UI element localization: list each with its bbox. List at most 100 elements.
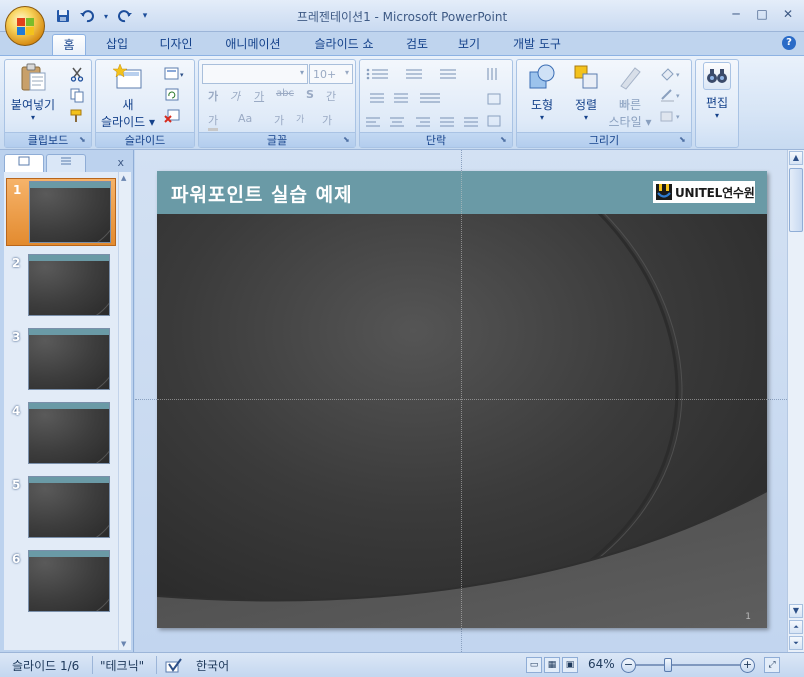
vertical-guide[interactable] (461, 150, 462, 171)
office-logo-icon (17, 18, 35, 36)
slideshow-view-icon[interactable]: ▣ (562, 657, 578, 673)
underline-icon[interactable]: 가 (254, 88, 264, 104)
shape-effects-icon[interactable]: ▾ (659, 108, 680, 124)
office-button[interactable] (5, 6, 45, 46)
drawing-group: 도형 ▾ 정렬 ▾ 빠른 스타일 ▾ ▾ ▾ ▾ 그리기 ⬊ (516, 59, 692, 148)
slide-thumbnail[interactable]: 1 (6, 178, 116, 246)
outline-tab-icon (61, 157, 71, 165)
tab-design[interactable]: 디자인 (150, 34, 202, 56)
quick-styles-icon (615, 62, 645, 92)
slides-pane-scrollbar[interactable]: ▲ ▼ (118, 172, 131, 650)
shrink-font-icon[interactable]: 가 (296, 112, 304, 125)
arrange-button[interactable]: 정렬 ▾ (565, 62, 607, 122)
shape-outline-icon[interactable]: ▾ (659, 87, 680, 103)
scroll-down-icon[interactable]: ▼ (121, 640, 126, 648)
slides-tab[interactable] (4, 154, 44, 172)
status-bar: 슬라이드 1/6 "테크닉" 한국어 ▭ ▦ ▣ 64% − + ⤢ (0, 652, 804, 677)
drawing-launcher-icon[interactable]: ⬊ (679, 135, 689, 145)
slide-number: 2 (12, 256, 21, 270)
zoom-out-button[interactable]: − (621, 658, 636, 673)
grow-font-icon[interactable]: 가 (274, 112, 284, 128)
copy-icon[interactable] (69, 87, 85, 103)
bold-icon[interactable]: 가 (208, 88, 218, 104)
editing-group: 편집 ▾ (695, 59, 739, 148)
maximize-icon[interactable]: □ (754, 6, 770, 22)
strikethrough-icon[interactable]: abc (276, 88, 294, 99)
delete-slide-icon[interactable] (164, 108, 180, 124)
paste-icon (18, 62, 48, 92)
new-slide-button[interactable]: 새 슬라이드 ▾ (98, 62, 158, 130)
status-separator (92, 656, 93, 674)
font-size-select[interactable]: 10+ ▾ (309, 64, 353, 84)
slide-thumbnail[interactable]: 3 (6, 326, 116, 394)
tab-slideshow[interactable]: 슬라이드 쇼 (302, 34, 386, 56)
main-vertical-scrollbar[interactable]: ▲ ▼ ⏶ ⏷ (787, 150, 804, 652)
language-status[interactable]: 한국어 (196, 657, 229, 674)
horizontal-guide[interactable] (157, 399, 767, 400)
slide-thumbnail-image (28, 254, 110, 316)
vertical-guide[interactable] (461, 628, 462, 652)
slide-number: 6 (12, 552, 21, 566)
reset-slide-icon[interactable] (164, 87, 180, 103)
quick-styles-button[interactable]: 빠른 스타일 ▾ (607, 62, 653, 130)
slide-number: 5 (12, 478, 21, 492)
tab-animation[interactable]: 애니메이션 (214, 34, 292, 56)
tab-home[interactable]: 홈 (52, 34, 86, 56)
slide-canvas[interactable]: 파워포인트 실습 예제 UNITEL연수원 1 (157, 171, 767, 628)
shapes-button[interactable]: 도형 ▾ (521, 62, 563, 122)
normal-view-icon[interactable]: ▭ (526, 657, 542, 673)
outline-tab[interactable] (46, 154, 86, 172)
minimize-icon[interactable]: ─ (728, 6, 744, 22)
zoom-level[interactable]: 64% (588, 657, 615, 671)
slide-count-status[interactable]: 슬라이드 1/6 (12, 657, 79, 674)
font-launcher-icon[interactable]: ⬊ (343, 135, 353, 145)
tab-review[interactable]: 검토 (396, 34, 438, 56)
clipboard-launcher-icon[interactable]: ⬊ (79, 135, 89, 145)
slide-thumbnail-image (28, 328, 110, 390)
tab-view[interactable]: 보기 (448, 34, 490, 56)
font-name-select[interactable]: ▾ (202, 64, 308, 84)
fit-to-window-icon[interactable]: ⤢ (764, 657, 780, 673)
pane-close-icon[interactable]: x (117, 156, 124, 169)
slide-thumbnail[interactable]: 5 (6, 474, 116, 542)
layout-icon[interactable]: ▾ (164, 66, 184, 82)
font-color-icon[interactable]: 가 (208, 112, 219, 131)
help-icon[interactable]: ? (782, 36, 796, 50)
editing-button[interactable]: 편집 ▾ (698, 62, 736, 120)
shape-fill-icon[interactable]: ▾ (659, 66, 680, 82)
scroll-up-icon[interactable]: ▲ (789, 151, 803, 165)
svg-text:▾: ▾ (676, 113, 680, 121)
slide-title[interactable]: 파워포인트 실습 예제 (171, 180, 353, 207)
shadow-icon[interactable]: S (306, 88, 314, 101)
tab-developer[interactable]: 개발 도구 (500, 34, 574, 56)
slide-thumbnail-image (28, 550, 110, 612)
format-painter-icon[interactable] (69, 108, 85, 124)
char-spacing-icon[interactable]: 간 (326, 88, 336, 104)
next-slide-icon[interactable]: ⏷ (789, 636, 803, 650)
scroll-up-icon[interactable]: ▲ (121, 174, 126, 182)
tab-insert[interactable]: 삽입 (96, 34, 138, 56)
ribbon-tabs: 홈 삽입 디자인 애니메이션 슬라이드 쇼 검토 보기 개발 도구 ? (0, 32, 804, 56)
theme-status[interactable]: "테크닉" (100, 657, 144, 674)
spell-check-icon[interactable] (164, 656, 184, 677)
slide-sorter-view-icon[interactable]: ▦ (544, 657, 560, 673)
paragraph-tools-icon[interactable] (364, 66, 510, 128)
cut-icon[interactable] (69, 66, 85, 82)
font-group: ▾ 10+ ▾ 가 가 가 abc S 간 가 Aa 가 가 가 글꼴 ⬊ (198, 59, 356, 148)
scrollbar-thumb[interactable] (789, 168, 803, 232)
slide-editing-area: 파워포인트 실습 예제 UNITEL연수원 1 (135, 150, 787, 652)
scroll-down-icon[interactable]: ▼ (789, 604, 803, 618)
paste-button[interactable]: 붙여넣기 ▾ (7, 62, 59, 122)
zoom-slider-handle[interactable] (664, 658, 672, 672)
change-case-icon[interactable]: Aa (238, 112, 252, 125)
clear-formatting-icon[interactable]: 가 (322, 112, 332, 128)
close-icon[interactable]: ✕ (780, 6, 796, 22)
italic-icon[interactable]: 가 (230, 88, 240, 104)
zoom-in-button[interactable]: + (740, 658, 755, 673)
slide-thumbnail[interactable]: 4 (6, 400, 116, 468)
paragraph-launcher-icon[interactable]: ⬊ (500, 135, 510, 145)
slide-thumbnail[interactable]: 6 (6, 548, 116, 616)
slide-thumbnail[interactable]: 2 (6, 252, 116, 320)
previous-slide-icon[interactable]: ⏶ (789, 620, 803, 634)
zoom-slider-track[interactable] (636, 664, 740, 666)
